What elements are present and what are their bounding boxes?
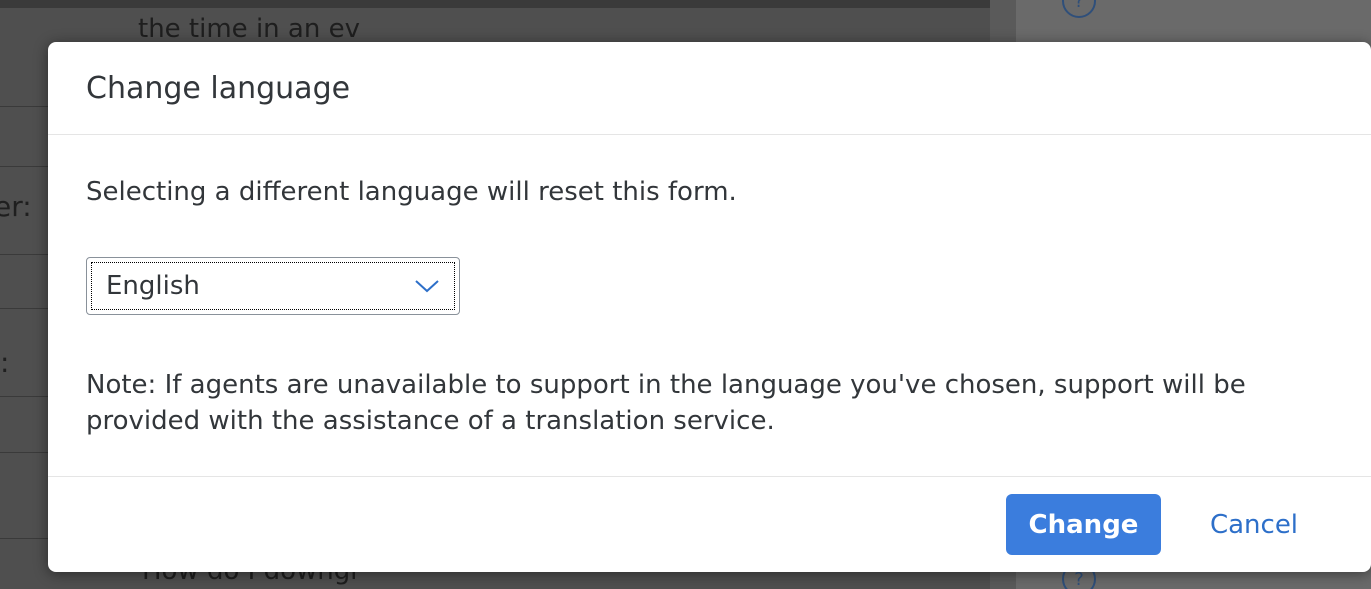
divider — [0, 106, 48, 107]
divider — [0, 396, 48, 397]
dialog-body: Selecting a different language will rese… — [48, 135, 1371, 477]
change-language-dialog: Change language Selecting a different la… — [48, 42, 1371, 572]
divider — [0, 452, 48, 453]
divider — [0, 166, 48, 167]
divider — [0, 254, 48, 255]
translation-note: Note: If agents are unavailable to suppo… — [86, 370, 1246, 436]
dialog-header: Change language — [48, 42, 1371, 135]
background-label-fragment: er: — [0, 190, 32, 223]
dialog-title: Change language — [86, 70, 351, 106]
reset-warning-text: Selecting a different language will rese… — [86, 177, 737, 207]
background-colon-fragment: : — [0, 346, 10, 379]
divider — [0, 538, 48, 539]
dialog-footer: Change Cancel — [48, 476, 1371, 572]
language-select-value: English — [106, 271, 200, 301]
change-button[interactable]: Change — [1006, 494, 1161, 555]
divider — [0, 308, 48, 309]
background-faq-text: the time in an ev — [138, 14, 360, 44]
language-select-focus-ring[interactable]: English — [91, 262, 455, 310]
chevron-down-icon — [415, 280, 439, 293]
cancel-button[interactable]: Cancel — [1184, 494, 1324, 555]
language-select[interactable]: English — [86, 257, 460, 315]
